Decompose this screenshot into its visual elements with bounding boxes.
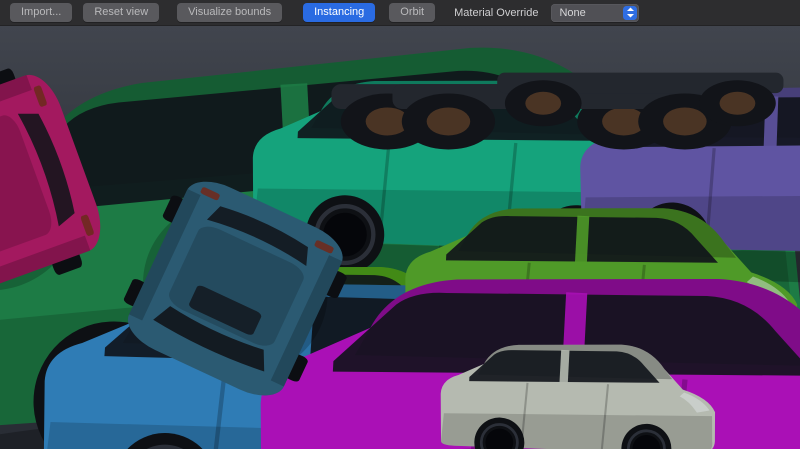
- viewport-canvas[interactable]: [0, 26, 800, 449]
- import-button[interactable]: Import...: [10, 3, 72, 22]
- model-viewer-window: Import... Reset view Visualize bounds In…: [0, 0, 800, 449]
- visualize-bounds-button[interactable]: Visualize bounds: [177, 3, 282, 22]
- dropdown-stepper-icon: [623, 6, 637, 20]
- toolbar: Import... Reset view Visualize bounds In…: [0, 0, 800, 26]
- instancing-button[interactable]: Instancing: [303, 3, 375, 22]
- material-override-dropdown[interactable]: None: [551, 4, 639, 22]
- material-override-label: Material Override: [454, 7, 538, 19]
- orbit-button[interactable]: Orbit: [389, 3, 435, 22]
- material-override-value: None: [559, 7, 585, 19]
- reset-view-button[interactable]: Reset view: [83, 3, 159, 22]
